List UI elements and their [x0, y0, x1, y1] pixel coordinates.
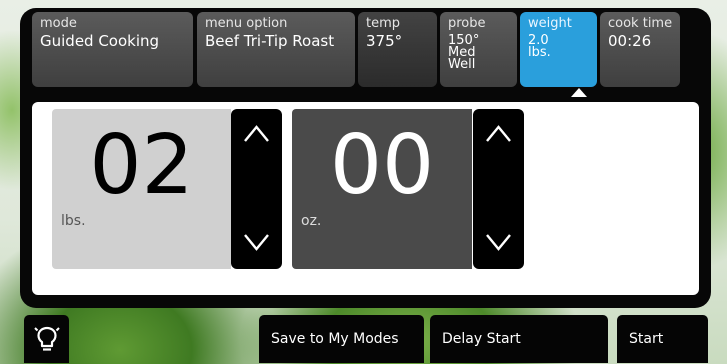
- ounces-unit: oz.: [301, 213, 322, 229]
- tab-temp-value: 375°: [366, 32, 403, 50]
- pounds-increase-button[interactable]: [243, 123, 270, 145]
- tab-weight-unit: lbs.: [528, 45, 551, 60]
- tab-cook-time[interactable]: cook time 00:26: [600, 12, 680, 87]
- pounds-unit: lbs.: [61, 213, 86, 229]
- start-button[interactable]: Start: [617, 315, 708, 363]
- tab-menu-option-value: Beef Tri-Tip Roast: [205, 32, 335, 50]
- tab-mode-label: mode: [40, 16, 77, 31]
- ounces-display[interactable]: 00 oz.: [292, 109, 472, 269]
- ounces-value: 00: [329, 118, 435, 213]
- tab-cook-time-value: 00:26: [608, 32, 652, 50]
- pounds-display[interactable]: 02 lbs.: [52, 109, 231, 269]
- delay-start-button[interactable]: Delay Start: [430, 315, 608, 363]
- tab-menu-option[interactable]: menu option Beef Tri-Tip Roast: [197, 12, 355, 87]
- tab-probe[interactable]: probe 150° Med Well: [440, 12, 517, 87]
- pounds-value: 02: [89, 118, 194, 213]
- tab-temp-label: temp: [366, 16, 401, 31]
- tab-probe-doneness-line2: Well: [448, 57, 476, 72]
- pounds-decrease-button[interactable]: [243, 231, 270, 253]
- tab-weight[interactable]: weight 2.0 lbs.: [520, 12, 597, 87]
- save-to-my-modes-button[interactable]: Save to My Modes: [259, 315, 424, 363]
- ounces-decrease-button[interactable]: [485, 231, 512, 253]
- tab-mode-value: Guided Cooking: [40, 32, 160, 50]
- active-tab-pointer: [571, 88, 587, 97]
- tab-cook-time-label: cook time: [608, 16, 673, 31]
- tab-probe-label: probe: [448, 16, 486, 31]
- pounds-stepper: [231, 109, 282, 269]
- light-bulb-icon: [33, 326, 60, 351]
- ounces-stepper: [473, 109, 524, 269]
- ounces-increase-button[interactable]: [485, 123, 512, 145]
- tab-weight-label: weight: [528, 16, 572, 31]
- tab-menu-option-label: menu option: [205, 16, 288, 31]
- tab-mode[interactable]: mode Guided Cooking: [32, 12, 193, 87]
- oven-light-button[interactable]: [24, 315, 69, 363]
- tab-temp[interactable]: temp 375°: [358, 12, 437, 87]
